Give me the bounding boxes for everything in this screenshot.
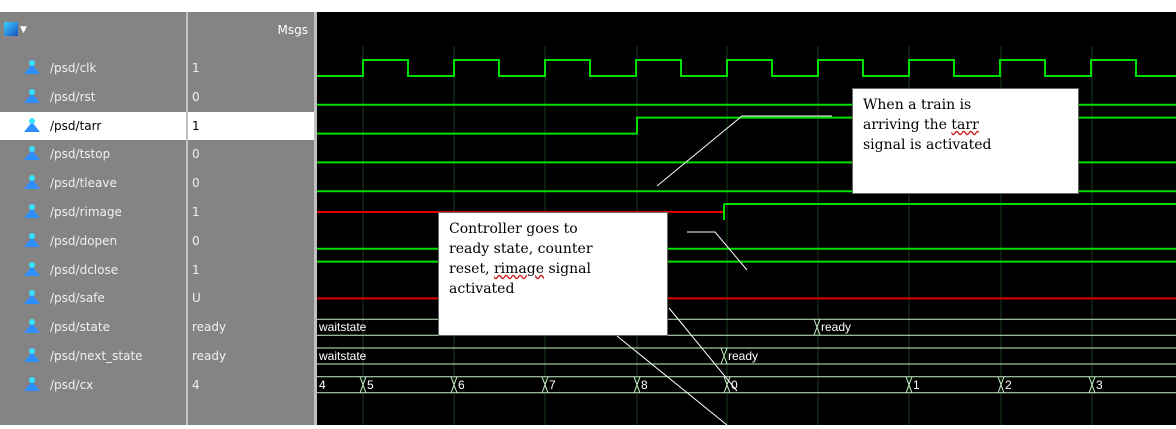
annotation-line: Controller goes to (449, 221, 578, 237)
wave-header: ▼ Msgs (0, 12, 1176, 46)
controller-pointer-1 (687, 231, 748, 271)
chevron-down-icon[interactable]: ▼ (20, 25, 27, 35)
bus-value-label: 4 (319, 378, 326, 392)
signal-value: U (192, 291, 201, 306)
signal-row[interactable]: /psd/rst (0, 83, 186, 111)
bus-value-label: 6 (458, 378, 465, 392)
signal-value: 1 (192, 205, 200, 219)
wave-window: ▼ Msgs /psd/clk/psd/rst/psd/tarr/psd/tst… (0, 12, 1176, 426)
signal-name: /psd/next_state (50, 349, 143, 363)
value-row[interactable]: 1 (188, 256, 314, 284)
value-row[interactable]: 4 (188, 371, 314, 399)
signal-row[interactable]: /psd/tarr (0, 111, 186, 140)
bus-value-label: 7 (549, 378, 556, 392)
signal-name: /psd/clk (50, 61, 97, 75)
value-row[interactable]: U (188, 284, 314, 312)
bus-value-label: 5 (367, 378, 374, 392)
signal-icon (24, 290, 40, 306)
bus-value-label: ready (728, 349, 758, 363)
annotation-line: ready state, counter (449, 241, 593, 257)
signal-list: /psd/clk/psd/rst/psd/tarr/psd/tstop/psd/… (0, 46, 188, 425)
clk-trace (317, 59, 1176, 77)
signal-name: /psd/safe (50, 291, 105, 306)
bus-value-label: waitstate (318, 320, 367, 334)
signal-icon (24, 88, 40, 105)
signal-name: /psd/dclose (50, 262, 119, 277)
signal-row[interactable]: /psd/safe (0, 284, 186, 312)
signal-name: /psd/rst (50, 89, 96, 104)
signal-icon (24, 261, 40, 278)
annotation-line: signal is activated (863, 137, 992, 153)
signal-name: /psd/rimage (50, 205, 122, 219)
msgs-label: Msgs (277, 23, 308, 37)
signal-icon (24, 117, 40, 134)
signal-icon (24, 175, 40, 191)
signal-icon (24, 319, 40, 335)
waveform-area[interactable]: waitstate ready waitstate ready 4 5 6 7 8 0 1 2 3 Wh… (317, 46, 1176, 426)
signal-value: 0 (192, 176, 200, 191)
value-row[interactable]: 0 (188, 227, 314, 255)
signal-row[interactable]: /psd/tleave (0, 169, 186, 197)
signal-row[interactable]: /psd/dopen (0, 227, 186, 255)
bus-value-label: ready (821, 320, 851, 334)
value-row[interactable]: ready (188, 342, 314, 370)
value-row[interactable]: ready (188, 313, 314, 341)
signal-header: ▼ (0, 12, 188, 46)
signal-icon (24, 60, 40, 76)
signal-row[interactable]: /psd/clk (0, 54, 186, 82)
signal-name: /psd/cx (50, 377, 94, 392)
bus-value-label: 8 (641, 378, 648, 392)
signal-row[interactable]: /psd/next_state (0, 342, 186, 370)
value-list: 1 0 1 0 0 1 0 1 Uready ready 4 (188, 46, 317, 425)
signal-row[interactable]: /psd/dclose (0, 256, 186, 284)
signal-value: 0 (192, 147, 200, 162)
value-row[interactable]: 1 (188, 198, 314, 226)
signal-value: ready (192, 320, 227, 335)
wave-menu-icon[interactable] (4, 22, 18, 36)
value-row[interactable]: 0 (188, 140, 314, 168)
signal-row[interactable]: /psd/cx (0, 371, 186, 399)
signal-name: /psd/state (50, 320, 110, 335)
annotation-line: When a train is (863, 97, 972, 113)
signal-icon (24, 348, 40, 364)
signal-row[interactable]: /psd/tstop (0, 140, 186, 168)
bus-value-label: waitstate (318, 349, 367, 363)
signal-value: 0 (192, 233, 200, 248)
signal-value: 1 (192, 262, 200, 277)
signal-row[interactable]: /psd/state (0, 313, 186, 341)
msgs-header: Msgs (188, 12, 317, 46)
signal-icon (24, 204, 40, 220)
signal-value: 1 (192, 61, 200, 75)
annotation-line: arriving the tarr (863, 117, 979, 133)
signal-icon (24, 232, 40, 249)
annotation-line: reset, rimage signal (449, 261, 591, 277)
bus-value-label: 2 (1005, 378, 1012, 392)
signal-icon (24, 146, 40, 162)
bus-value-label: 3 (1096, 378, 1103, 392)
signal-value: ready (192, 349, 227, 363)
signal-name: /psd/tarr (50, 118, 102, 133)
value-row[interactable]: 1 (188, 54, 314, 82)
signal-icon (24, 376, 40, 393)
value-row[interactable]: 0 (188, 83, 314, 111)
value-row[interactable]: 0 (188, 169, 314, 197)
signal-row[interactable]: /psd/rimage (0, 198, 186, 226)
annotation-line: activated (449, 281, 515, 297)
signal-name: /psd/dopen (50, 233, 118, 248)
bus-value-label: 1 (913, 378, 920, 392)
controller-annotation: Controller goes to ready state, counter … (438, 212, 668, 336)
train-pointer (656, 115, 832, 187)
signal-value: 0 (192, 89, 200, 104)
signal-value: 4 (192, 377, 200, 392)
signal-name: /psd/tstop (50, 147, 111, 162)
signal-name: /psd/tleave (50, 176, 117, 191)
value-row[interactable]: 1 (188, 111, 314, 140)
signal-value: 1 (192, 118, 200, 133)
train-annotation: When a train is arriving the tarr signal… (852, 88, 1079, 194)
controller-pointer-3 (616, 335, 728, 426)
